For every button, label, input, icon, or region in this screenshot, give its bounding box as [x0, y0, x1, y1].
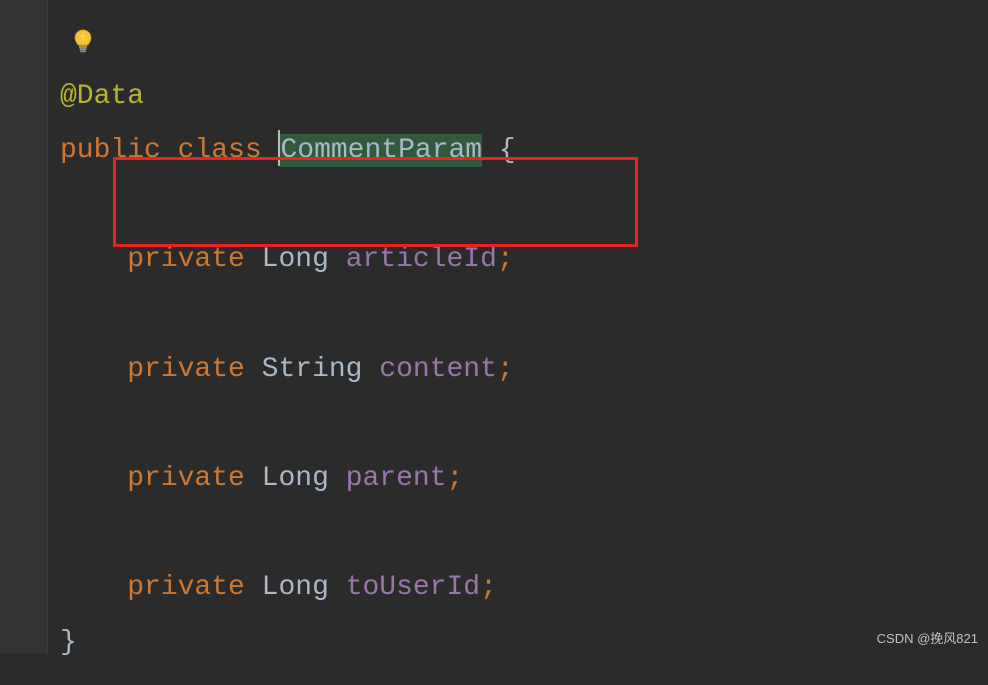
field-line-parent: private Long parent;: [60, 452, 516, 507]
field-parent: parent: [346, 463, 447, 494]
field-articleId: articleId: [346, 244, 497, 275]
annotation-data: @Data: [60, 81, 144, 112]
field-line-content: private String content;: [60, 343, 516, 398]
semicolon: ;: [447, 463, 464, 494]
semicolon: ;: [497, 354, 514, 385]
keyword-private: private: [127, 463, 245, 494]
field-toUserId: toUserId: [346, 572, 480, 603]
semicolon: ;: [497, 244, 514, 275]
intention-bulb-icon[interactable]: [72, 28, 94, 56]
editor-gutter[interactable]: [0, 0, 48, 653]
annotation-red-box: [113, 157, 638, 247]
keyword-private: private: [127, 572, 245, 603]
semicolon: ;: [480, 572, 497, 603]
close-brace-line: }: [60, 616, 516, 671]
blank-line: [60, 288, 516, 343]
type-long: Long: [262, 463, 329, 494]
field-line-toUserId: private Long toUserId;: [60, 561, 516, 616]
keyword-private: private: [127, 244, 245, 275]
field-content: content: [379, 354, 497, 385]
type-string: String: [262, 354, 363, 385]
type-long: Long: [262, 244, 329, 275]
blank-line: [60, 506, 516, 561]
type-long: Long: [262, 572, 329, 603]
annotation-line: @Data: [60, 70, 516, 125]
blank-line: [60, 397, 516, 452]
watermark-text: CSDN @挽风821: [877, 628, 978, 647]
code-editor[interactable]: @Datapublic class CommentParam { private…: [48, 0, 528, 685]
keyword-private: private: [127, 354, 245, 385]
